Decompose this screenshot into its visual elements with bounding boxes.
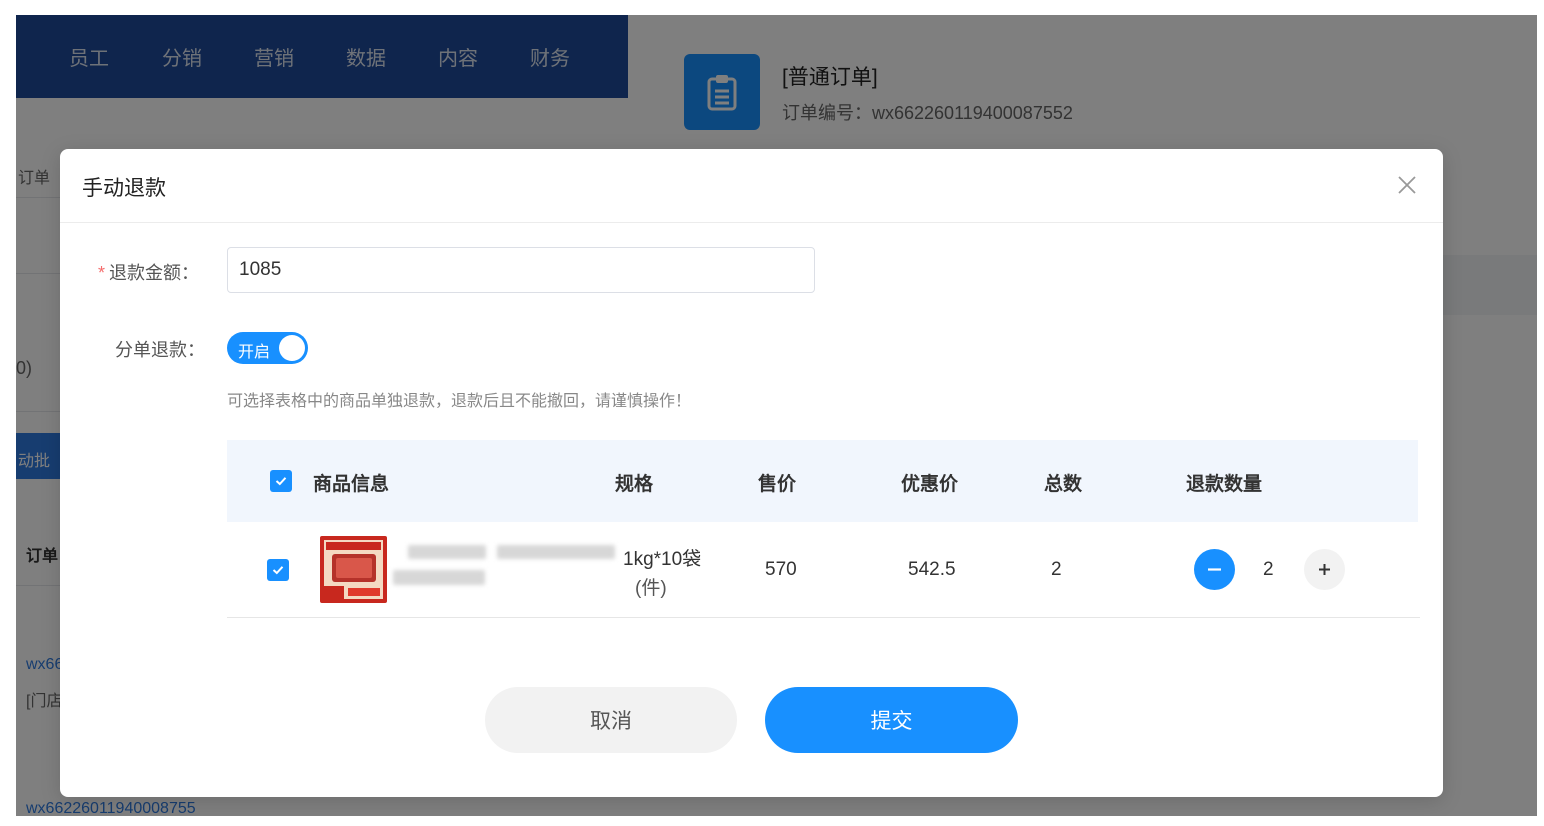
dialog-title: 手动退款	[82, 177, 166, 200]
header-product: 商品信息	[313, 474, 390, 495]
decrease-qty-button[interactable]	[1194, 549, 1235, 590]
increase-qty-button[interactable]	[1304, 549, 1345, 590]
select-all-checkbox[interactable]	[270, 470, 292, 492]
refund-amount-label-text: 退款金额：	[109, 263, 200, 283]
cancel-button[interactable]: 取消	[485, 687, 737, 753]
header-spec: 规格	[615, 474, 654, 495]
manual-refund-dialog: 手动退款 *退款金额： 分单退款： 开启 可选择表格中的商品单独退款，退款后且不…	[60, 149, 1443, 797]
screen-frame: 员工 分销 营销 数据 内容 财务 订单 0) 动批 订单 wx66 [门店 w…	[16, 15, 1537, 816]
submit-button[interactable]: 提交	[765, 687, 1018, 753]
header-discount-price: 优惠价	[901, 474, 959, 495]
discount-price-cell: 542.5	[908, 559, 956, 580]
spec-line-1: 1kg*10袋	[623, 549, 702, 570]
total-cell: 2	[1051, 559, 1062, 580]
split-refund-label: 分单退款：	[115, 340, 205, 360]
header-price: 售价	[758, 474, 797, 495]
product-thumbnail[interactable]	[320, 536, 387, 603]
switch-knob	[279, 335, 305, 361]
spec-line-2: (件)	[635, 578, 667, 599]
refund-hint: 可选择表格中的商品单独退款，退款后且不能撤回，请谨慎操作！	[227, 393, 692, 410]
product-table-header: 商品信息 规格 售价 优惠价 总数 退款数量	[227, 440, 1418, 522]
price-cell: 570	[765, 559, 797, 580]
header-total: 总数	[1044, 474, 1083, 495]
close-icon[interactable]	[1393, 171, 1421, 199]
dialog-header: 手动退款	[60, 149, 1443, 223]
refund-qty-value[interactable]: 2	[1263, 559, 1274, 581]
row-checkbox[interactable]	[267, 559, 289, 581]
split-refund-switch[interactable]: 开启	[227, 332, 308, 364]
refund-amount-label: * 退款金额：	[98, 259, 199, 285]
minus-icon	[1208, 568, 1221, 571]
header-refund-qty: 退款数量	[1186, 474, 1263, 495]
table-row: 1kg*10袋 (件) 570 542.5 2 2	[227, 522, 1420, 618]
switch-label: 开启	[238, 344, 271, 361]
refund-amount-input[interactable]	[227, 247, 815, 293]
check-icon	[272, 566, 284, 575]
check-icon	[275, 477, 287, 486]
plus-icon	[1319, 564, 1330, 575]
required-mark: *	[98, 263, 106, 283]
